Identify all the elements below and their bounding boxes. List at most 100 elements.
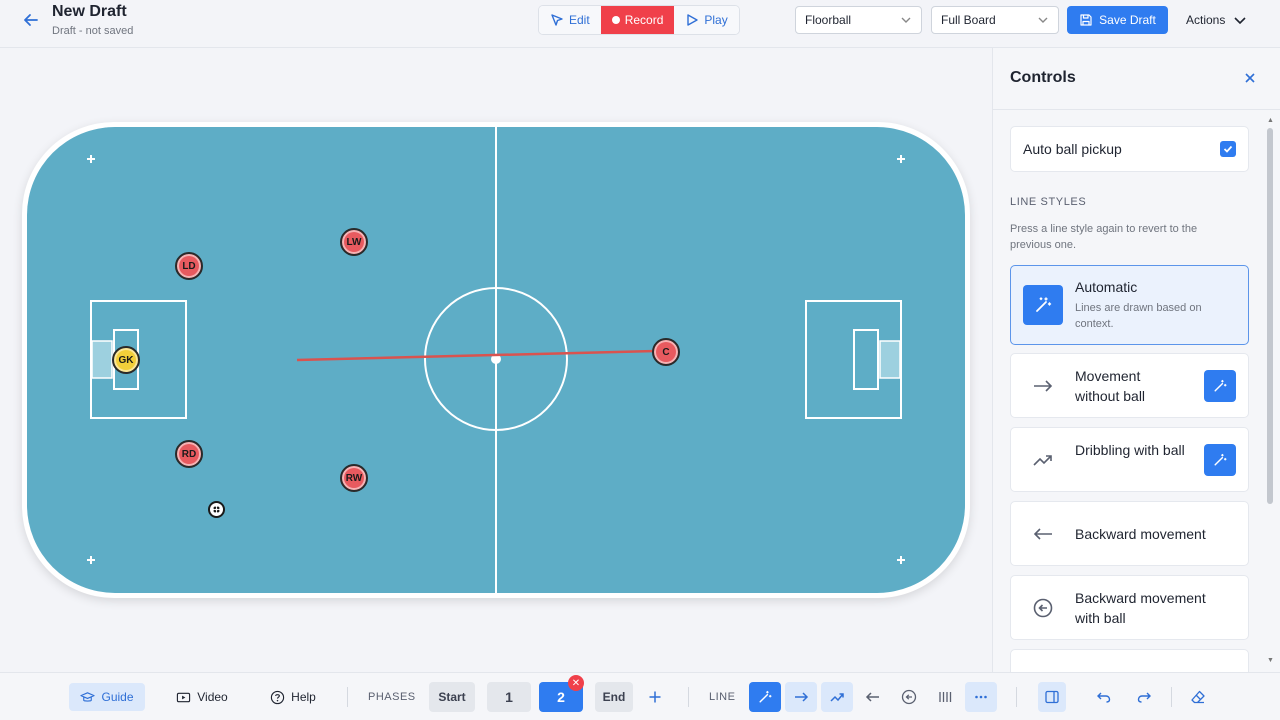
arrow-left-icon <box>1031 522 1055 546</box>
draft-status: Draft - not saved <box>52 25 134 37</box>
line-style-label: Backward movement with ball <box>1075 590 1206 626</box>
trend-up-icon <box>829 689 845 705</box>
magic-wand-icon <box>1023 285 1063 325</box>
more-dots-icon <box>973 689 989 705</box>
auto-ball-pickup-label: Auto ball pickup <box>1023 141 1122 157</box>
scroll-up-icon[interactable]: ▲ <box>1267 117 1275 124</box>
rink-markings <box>27 127 965 593</box>
undo-icon <box>1096 689 1112 705</box>
back-arrow-icon[interactable] <box>20 9 42 31</box>
actions-label: Actions <box>1186 13 1226 27</box>
play-label: Play <box>704 13 728 27</box>
line-style-next[interactable] <box>1010 649 1249 672</box>
help-button[interactable]: Help <box>260 683 326 711</box>
phase-start-button[interactable]: Start <box>429 682 475 712</box>
add-phase-icon[interactable] <box>644 683 666 711</box>
auto-ball-pickup-checkbox[interactable] <box>1220 141 1236 157</box>
graduation-cap-icon <box>80 690 96 705</box>
edit-label: Edit <box>569 13 590 27</box>
remove-phase-icon[interactable]: ✕ <box>568 675 584 691</box>
divider <box>1016 687 1017 707</box>
edit-mode-button[interactable]: Edit <box>539 6 601 34</box>
eraser-icon <box>1190 689 1206 705</box>
actions-menu-button[interactable]: Actions <box>1186 6 1247 34</box>
line-hatch-button[interactable] <box>929 682 961 712</box>
bottom-toolbar: Guide Video Help PHASES Start 1 2 ✕ End … <box>0 672 1280 720</box>
tactics-board[interactable] <box>22 122 970 598</box>
trend-up-icon <box>1031 448 1055 472</box>
line-style-backward-movement-with-ball[interactable]: Backward movement with ball <box>1010 575 1249 640</box>
board-select-value: Full Board <box>941 13 996 27</box>
title-area: New Draft Draft - not saved <box>52 2 133 37</box>
guide-button[interactable]: Guide <box>69 683 145 711</box>
top-bar: New Draft Draft - not saved Edit Record … <box>0 0 1280 48</box>
panel-scrollbar[interactable] <box>1267 128 1273 504</box>
help-label: Help <box>291 690 316 704</box>
guide-label: Guide <box>101 690 134 704</box>
player-token[interactable]: RD <box>175 440 203 468</box>
player-token[interactable]: RW <box>340 464 368 492</box>
player-token[interactable]: LW <box>340 228 368 256</box>
undo-button[interactable] <box>1092 683 1116 711</box>
vertical-lines-icon <box>937 689 953 705</box>
line-style-description: Lines are drawn based on context. <box>1075 302 1202 330</box>
check-icon <box>1223 145 1233 153</box>
save-draft-button[interactable]: Save Draft <box>1067 6 1168 34</box>
magic-wand-icon[interactable] <box>1204 444 1236 476</box>
sidebar-icon <box>1044 689 1060 705</box>
line-style-movement-without-ball[interactable]: Movement without ball <box>1010 353 1249 418</box>
sport-select[interactable]: Floorball <box>795 6 922 34</box>
line-style-label: Automatic <box>1075 279 1138 295</box>
close-icon[interactable] <box>1243 71 1257 85</box>
circle-arrow-left-icon <box>901 689 917 705</box>
phase-end-button[interactable]: End <box>595 682 633 712</box>
line-movement-button[interactable] <box>785 682 817 712</box>
record-mode-button[interactable]: Record <box>600 6 675 34</box>
scroll-down-icon[interactable]: ▼ <box>1267 657 1275 664</box>
phase-2-label: 2 <box>557 689 565 705</box>
player-token[interactable]: LD <box>175 252 203 280</box>
line-label: LINE <box>709 691 736 703</box>
magic-wand-icon[interactable] <box>1204 370 1236 402</box>
save-label: Save Draft <box>1099 13 1156 27</box>
arrow-left-icon <box>865 689 881 705</box>
line-dribble-button[interactable] <box>821 682 853 712</box>
video-button[interactable]: Video <box>166 683 238 711</box>
line-backward-ball-button[interactable] <box>893 682 925 712</box>
eraser-button[interactable] <box>1186 683 1210 711</box>
right-goal-net <box>879 340 901 379</box>
phases-label: PHASES <box>368 691 416 703</box>
goalkeeper-token[interactable]: GK <box>112 346 140 374</box>
play-mode-button[interactable]: Play <box>674 6 739 34</box>
play-icon <box>685 13 699 27</box>
phase-2-button[interactable]: 2 ✕ <box>539 675 584 712</box>
line-style-automatic[interactable]: Automatic Lines are drawn based on conte… <box>1010 265 1249 345</box>
line-style-backward-movement[interactable]: Backward movement <box>1010 501 1249 566</box>
line-backward-button[interactable] <box>857 682 889 712</box>
arrow-right-icon <box>793 689 809 705</box>
save-icon <box>1079 13 1093 27</box>
line-style-dribbling-with-ball[interactable]: Dribbling with ball <box>1010 427 1249 492</box>
board-select[interactable]: Full Board <box>931 6 1059 34</box>
divider <box>347 687 348 707</box>
chevron-down-icon <box>1037 14 1049 26</box>
auto-ball-pickup-toggle[interactable]: Auto ball pickup <box>1010 126 1249 172</box>
divider <box>688 687 689 707</box>
controls-panel: Controls Auto ball pickup LINE STYLES Pr… <box>992 48 1280 672</box>
line-style-label: Backward movement <box>1075 526 1206 542</box>
chevron-down-icon <box>900 14 912 26</box>
more-options-button[interactable] <box>965 682 997 712</box>
video-icon <box>176 690 191 705</box>
phase-1-button[interactable]: 1 <box>487 682 531 712</box>
chevron-down-icon <box>1233 13 1247 27</box>
panel-header: Controls <box>993 48 1280 110</box>
toggle-panel-button[interactable] <box>1038 682 1066 712</box>
player-token[interactable]: C <box>652 338 680 366</box>
redo-button[interactable] <box>1132 683 1156 711</box>
line-auto-button[interactable] <box>749 682 781 712</box>
ball-icon[interactable] <box>208 501 225 518</box>
line-style-label: Movement without ball <box>1075 368 1146 404</box>
circle-arrow-left-icon <box>1031 596 1055 620</box>
line-styles-heading: LINE STYLES <box>1010 196 1087 208</box>
help-circle-icon <box>270 690 285 705</box>
